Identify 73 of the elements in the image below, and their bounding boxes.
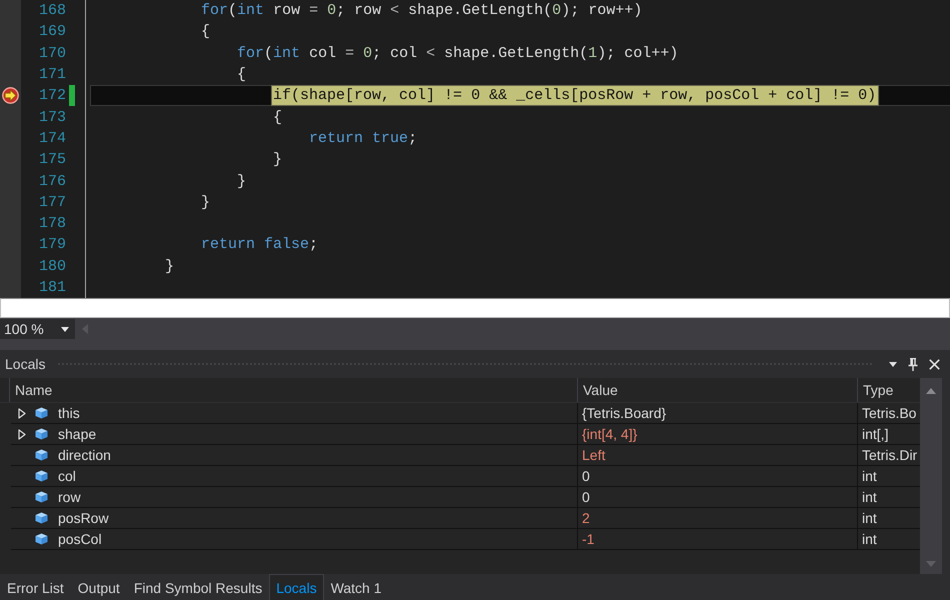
variable-value: 0: [582, 468, 590, 484]
variable-type: int[,]: [862, 426, 888, 442]
line-number: 180: [38, 256, 66, 276]
close-icon[interactable]: [929, 358, 940, 370]
cube-icon: [35, 470, 48, 482]
current-statement: if(shape[row, col] != 0 && _cells[posRow + row, posCol + col] != 0): [272, 86, 878, 106]
cube-icon: [35, 449, 48, 461]
line-number: 178: [38, 214, 66, 234]
variable-value: -1: [582, 531, 594, 547]
tab[interactable]: Watch 1: [324, 574, 389, 600]
code-line: {: [201, 22, 210, 42]
line-number: 177: [38, 192, 66, 212]
expand-icon[interactable]: [18, 408, 26, 418]
line-number: 176: [38, 172, 66, 191]
variable-value: Left: [582, 447, 606, 463]
zoom-dropdown[interactable]: 100 %: [0, 319, 75, 339]
code-line: }: [201, 192, 210, 212]
cube-icon: [35, 491, 48, 503]
cube-icon: [35, 428, 48, 440]
variable-type: int: [862, 489, 877, 505]
variable-value: 2: [582, 510, 590, 526]
code-line: for(int row = 0; row < shape.GetLength(0); row++): [201, 1, 642, 20]
code-line: }: [273, 150, 282, 170]
scroll-up-icon[interactable]: [926, 388, 936, 394]
caret-icon[interactable]: [61, 326, 69, 332]
column-header[interactable]: Value: [583, 382, 618, 398]
code-line: return false;: [201, 235, 318, 254]
line-number: 171: [38, 65, 66, 84]
tab[interactable]: Output: [70, 574, 127, 600]
breakpoint-arrow-icon[interactable]: [2, 87, 19, 104]
variable-name: posCol: [58, 531, 102, 547]
pin-icon[interactable]: [908, 358, 918, 370]
dropdown-caret-icon[interactable]: [889, 362, 897, 366]
variable-name: shape: [58, 426, 96, 442]
variable-type: int: [862, 510, 877, 526]
tab[interactable]: Find Symbol Results: [126, 574, 270, 600]
variable-type: Tetris.Dir: [862, 447, 918, 463]
variable-value: {int[4, 4]}: [582, 426, 638, 442]
expand-icon[interactable]: [18, 428, 26, 440]
variable-type: Tetris.Bo: [862, 405, 916, 421]
code-line: {: [237, 65, 246, 84]
cube-icon: [35, 512, 48, 524]
cube-icon: [35, 407, 48, 419]
code-line: }: [237, 172, 246, 191]
code-line: for(int col = 0; col < shape.GetLength(1); col++): [237, 44, 678, 63]
code-line: return true;: [309, 128, 418, 148]
panel-title: Locals: [5, 356, 46, 372]
variable-name: posRow: [58, 510, 109, 526]
line-number: 172: [38, 86, 66, 106]
tab[interactable]: Locals: [269, 574, 324, 600]
code-line: {: [273, 108, 282, 127]
variable-type: int: [862, 468, 877, 484]
tab[interactable]: Error List: [0, 574, 71, 600]
code-line: }: [165, 256, 174, 276]
column-header[interactable]: Name: [15, 382, 52, 398]
variable-value: {Tetris.Board}: [582, 405, 666, 421]
column-header[interactable]: Type: [863, 382, 894, 398]
line-number: 170: [38, 44, 66, 63]
variable-name: direction: [58, 447, 111, 463]
line-number: 169: [38, 22, 66, 42]
line-number: 174: [38, 128, 66, 148]
line-number: 173: [38, 108, 66, 127]
variable-name: this: [58, 405, 80, 421]
variable-name: col: [58, 468, 76, 484]
variable-type: int: [862, 531, 877, 547]
line-number: 175: [38, 150, 66, 170]
line-number: 168: [38, 1, 66, 20]
line-number: 181: [38, 278, 66, 297]
variable-name: row: [58, 489, 81, 505]
cube-icon: [35, 533, 48, 545]
line-number: 179: [38, 235, 66, 254]
vertical-scrollbar[interactable]: [920, 378, 942, 574]
variable-value: 0: [582, 489, 590, 505]
